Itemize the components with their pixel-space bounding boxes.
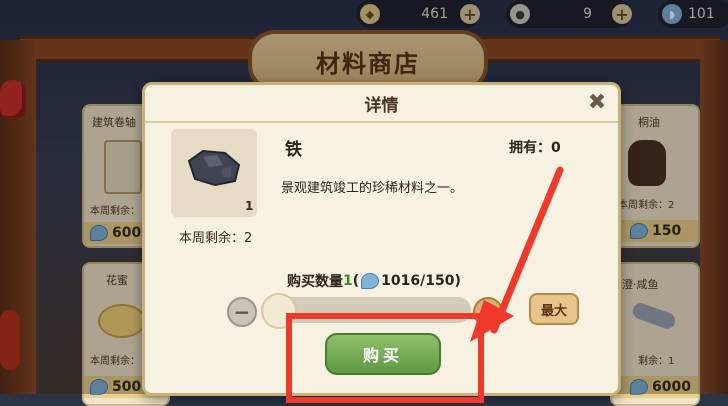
qty-label: 购买数量 [287, 274, 343, 290]
purchase-quantity-line: 购买数量 1 (1016/150) [287, 271, 461, 291]
arrow-annotation [470, 166, 564, 342]
dialog-title: 详情 [145, 85, 618, 123]
item-name: 铁 [285, 140, 302, 160]
qty-paren: ( [352, 273, 360, 289]
shell-icon [361, 273, 380, 289]
iron-ore-icon [187, 149, 241, 187]
close-icon[interactable]: ✖ [585, 91, 609, 115]
qty-value: 1 [343, 273, 353, 289]
item-count: 1 [245, 199, 254, 213]
item-description: 景观建筑竣工的珍稀材料之一。 [281, 181, 464, 196]
owned-count: 拥有：0 [509, 140, 561, 156]
item-image-box: 1 [171, 129, 257, 217]
decrease-button[interactable]: − [227, 297, 257, 327]
weekly-remaining: 本周剩余：2 [179, 231, 253, 246]
